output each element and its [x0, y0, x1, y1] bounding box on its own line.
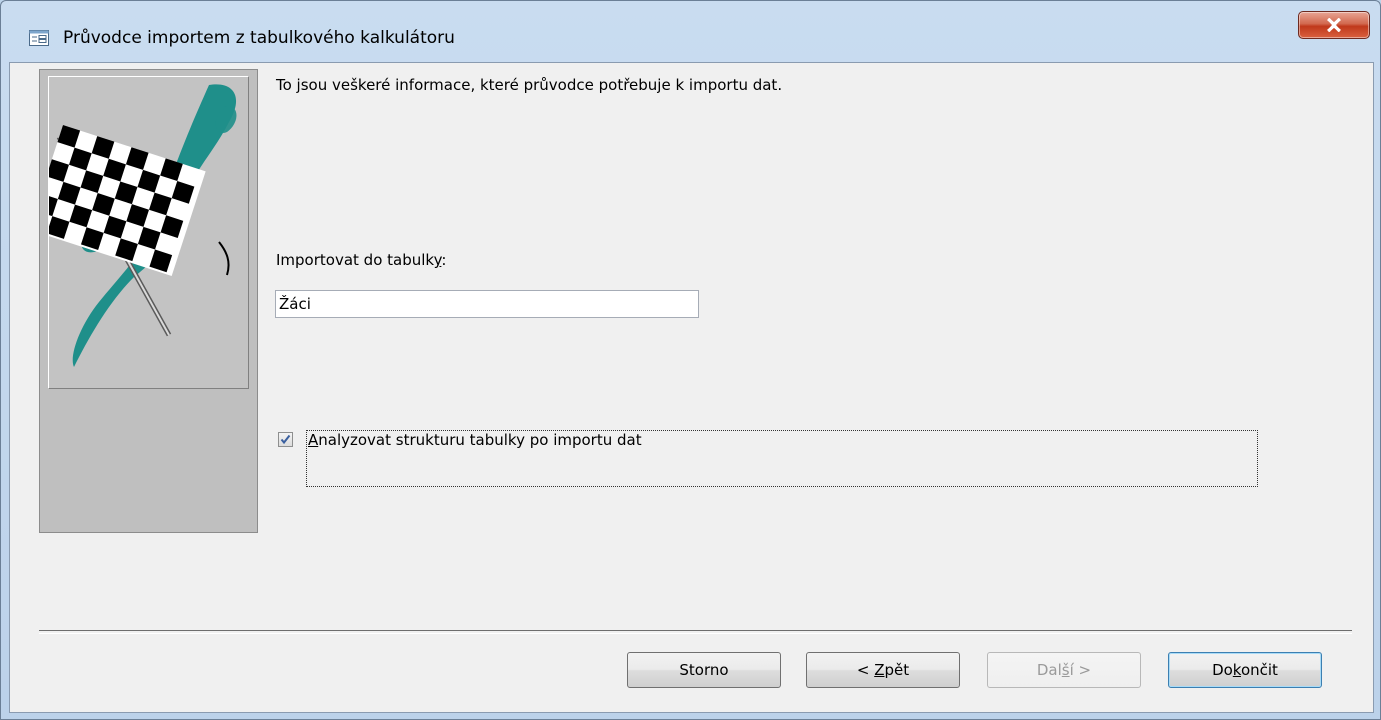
- back-button[interactable]: < Zpět: [806, 652, 960, 688]
- title-bar[interactable]: Průvodce importem z tabulkového kalkulát…: [1, 1, 1380, 61]
- analyze-table-label[interactable]: Analyzovat strukturu tabulky po importu …: [308, 431, 642, 449]
- button-label-part: ončit: [1240, 661, 1278, 679]
- close-x-icon: [1327, 18, 1341, 32]
- window-title: Průvodce importem z tabulkového kalkulát…: [63, 28, 455, 48]
- finish-button[interactable]: Dokončit: [1168, 652, 1322, 688]
- button-label-part: í >: [1069, 661, 1092, 679]
- label-part: nalyzovat strukturu tabulky po importu d…: [318, 431, 642, 449]
- form-window-icon: [29, 30, 49, 46]
- wizard-body: To jsou veškeré informace, které průvodc…: [9, 62, 1374, 713]
- button-label-part: pět: [884, 661, 910, 679]
- import-wizard-window: Průvodce importem z tabulkového kalkulát…: [0, 0, 1381, 720]
- cancel-button[interactable]: Storno: [627, 652, 781, 688]
- button-accelerator: k: [1232, 661, 1241, 679]
- label-part: :: [441, 251, 447, 269]
- next-button[interactable]: Další >: [987, 652, 1141, 688]
- button-accelerator: Z: [874, 661, 885, 679]
- button-label-part: Dal: [1036, 661, 1062, 679]
- import-table-label: Importovat do tabulky:: [276, 251, 446, 269]
- button-accelerator: š: [1061, 661, 1070, 679]
- button-separator: [39, 630, 1352, 634]
- button-label-part: <: [856, 661, 875, 679]
- wizard-side-panel: [39, 69, 258, 533]
- summary-text: To jsou veškeré informace, které průvodc…: [276, 76, 783, 94]
- checkmark-icon: [280, 434, 291, 445]
- table-name-input[interactable]: [275, 290, 699, 318]
- checkered-flag-illustration: [48, 76, 249, 389]
- button-label-part: Do: [1212, 661, 1233, 679]
- label-accelerator: A: [308, 431, 319, 449]
- analyze-table-checkbox[interactable]: [278, 432, 293, 447]
- close-button[interactable]: [1298, 11, 1370, 39]
- label-part: Importovat do tabulk: [276, 251, 434, 269]
